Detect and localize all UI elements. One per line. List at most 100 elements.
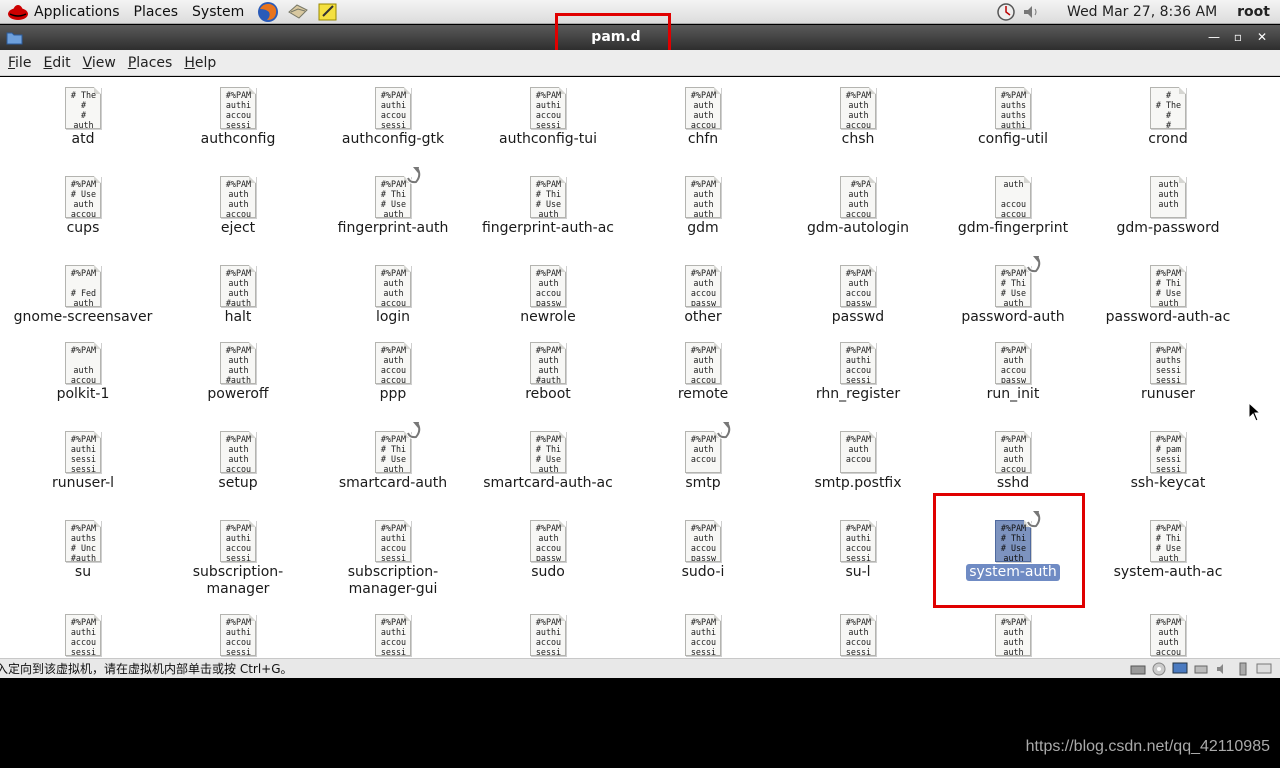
file-item[interactable]: #%PAM # Thi # Use auth system-auth-ac (1093, 520, 1243, 581)
file-item[interactable]: #%PAM # Thi # Use auth smartcard-auth (318, 421, 468, 492)
file-item[interactable]: #%PAM auth auth accou eject (163, 176, 313, 237)
file-item[interactable]: #%PAM # Thi # Use auth fingerprint-auth (318, 166, 468, 237)
file-item[interactable]: #%PAM authi accou sessi subscription- man… (163, 520, 313, 598)
file-item[interactable]: #%PAM authi accou sessi su-l (783, 520, 933, 581)
redhat-logo-icon[interactable] (6, 1, 30, 23)
file-item[interactable]: #%PAM authi accou sessi rhn_register (783, 342, 933, 403)
text-file-icon: #%PAM auths sessi sessi (1150, 342, 1186, 384)
file-item[interactable]: #%PAM authi accou sessi (318, 614, 468, 656)
file-item[interactable]: #%PAM authi accou sessi (163, 614, 313, 656)
text-file-icon: #%PAM auth accou passw (840, 265, 876, 307)
menu-help[interactable]: Help (178, 55, 222, 71)
printer-icon[interactable] (1190, 661, 1211, 677)
file-item[interactable]: #%PAM auth accou passw other (628, 265, 778, 326)
text-file-icon: #%PAM authi accou sessi (530, 87, 566, 129)
file-preview-text: #%PAM authi accou sessi (845, 345, 872, 383)
file-item[interactable]: #%PAM authi sessi sessi runuser-l (8, 431, 158, 492)
file-item[interactable]: #%PAM auth accou smtp.postfix (783, 431, 933, 492)
text-file-icon: #%PAM auth accou (685, 421, 732, 473)
file-item[interactable]: #%PAM auth accou passw passwd (783, 265, 933, 326)
file-item[interactable]: #%PAM authi accou sessi authconfig-tui (473, 87, 623, 148)
vm-status-bar: 入定向到该虚拟机，请在虚拟机内部单击或按 Ctrl+G。 (0, 658, 1280, 678)
file-item[interactable]: #%PAM auth auth accou sshd (938, 431, 1088, 492)
text-file-icon: #%PAM auth accou passw (530, 520, 566, 562)
menu-places[interactable]: Places (122, 55, 179, 71)
notes-icon[interactable] (315, 1, 341, 23)
text-file-icon: #%PAM auth accou passw (530, 265, 566, 307)
file-item[interactable]: #%PAM auths # Unc #auth su (8, 520, 158, 581)
volume-icon[interactable] (1019, 1, 1045, 23)
file-item[interactable]: #%PAM auth accou passw newrole (473, 265, 623, 326)
file-item[interactable]: #%PAM auth accou smtp (628, 421, 778, 492)
system-menu[interactable]: System (185, 4, 251, 20)
applications-menu[interactable]: Applications (30, 4, 127, 20)
file-item[interactable]: #%PAM authi accou sessi (628, 614, 778, 656)
text-file-icon: #%PAM # Thi # Use auth (375, 421, 422, 473)
panel-clock[interactable]: Wed Mar 27, 8:36 AM (1067, 4, 1217, 20)
file-item[interactable]: auth accou accou gdm-fingerprint (938, 176, 1088, 237)
file-item[interactable]: #%PAM authi accou sessi authconfig (163, 87, 313, 148)
file-name: gdm-password (1116, 220, 1220, 236)
file-name: run_init (986, 386, 1040, 402)
close-icon[interactable]: ✕ (1250, 28, 1274, 47)
places-menu[interactable]: Places (127, 4, 186, 20)
file-item[interactable]: #%PAM # Fed auth gnome-screensaver (8, 265, 158, 326)
file-item[interactable]: #%PAM auth accou passw sudo (473, 520, 623, 581)
file-item[interactable]: #%PAM auth accou accou ppp (318, 342, 468, 403)
usb-icon[interactable] (1232, 661, 1253, 677)
file-item[interactable]: #%PAM auth auth accou chfn (628, 87, 778, 148)
sound-icon[interactable] (1211, 661, 1232, 677)
file-item[interactable]: #%PAM # Use auth accou cups (8, 176, 158, 237)
file-item[interactable]: # # The # # crond (1093, 87, 1243, 148)
file-name: eject (220, 220, 256, 236)
harddisk-icon[interactable] (1127, 661, 1148, 677)
file-item[interactable]: #%PAM # Thi # Use auth password-auth (938, 255, 1088, 326)
file-item[interactable]: #%PAM authi accou sessi authconfig-gtk (318, 87, 468, 148)
file-preview-text: auth auth auth (1158, 179, 1179, 209)
menu-edit[interactable]: Edit (37, 55, 76, 71)
text-file-icon: #%PAM auth auth accou (220, 176, 256, 218)
menu-view[interactable]: View (77, 55, 122, 71)
file-item[interactable]: #%PAM auth auth accou login (318, 265, 468, 326)
file-item[interactable]: #%PAM auths auths authi config-util (938, 87, 1088, 148)
firefox-icon[interactable] (255, 1, 281, 23)
text-file-icon: #%PAM # Thi # Use auth (530, 431, 566, 473)
file-preview-text: #%PAM authi accou sessi (380, 90, 407, 128)
file-item[interactable]: #%PAM auth auth auth gdm (628, 176, 778, 237)
file-item[interactable]: #%PAM auth auth #auth poweroff (163, 342, 313, 403)
file-item[interactable]: #%PAM auth auth auth (938, 614, 1088, 656)
file-item[interactable]: # The # # auth atd (8, 87, 158, 148)
file-item[interactable]: #%PAM auth auth #auth reboot (473, 342, 623, 403)
file-item[interactable]: #%PAM authi accou sessi (8, 614, 158, 656)
file-view[interactable]: # The # # auth atd #%PAM authi accou sessi… (0, 77, 1280, 658)
file-item[interactable]: #%PAM auths sessi sessi runuser (1093, 342, 1243, 403)
file-item[interactable]: #%PAM # pam sessi sessi ssh-keycat (1093, 431, 1243, 492)
file-item[interactable]: #%PAM auth auth accou chsh (783, 87, 933, 148)
mail-icon[interactable] (285, 1, 311, 23)
network-adapter-icon[interactable] (1169, 661, 1190, 677)
file-item[interactable]: #%PAM authi accou sessi subscription- man… (318, 520, 468, 598)
file-item[interactable]: #%PA auth auth accou gdm-autologin (783, 176, 933, 237)
file-item[interactable]: #%PAM # Thi # Use auth password-auth-ac (1093, 265, 1243, 326)
maximize-icon[interactable]: ▫ (1226, 28, 1250, 47)
cdrom-icon[interactable] (1148, 661, 1169, 677)
file-item[interactable]: #%PAM # Thi # Use auth fingerprint-auth-a… (473, 176, 623, 237)
file-item[interactable]: #%PAM auth auth #auth halt (163, 265, 313, 326)
file-item[interactable]: #%PAM # Thi # Use auth smartcard-auth-ac (473, 431, 623, 492)
file-item[interactable]: #%PAM auth accou sessi (783, 614, 933, 656)
file-item[interactable]: auth auth auth gdm-password (1093, 176, 1243, 237)
user-menu[interactable]: root (1237, 4, 1270, 20)
display-icon[interactable] (1253, 661, 1274, 677)
file-item[interactable]: #%PAM authi accou sessi (473, 614, 623, 656)
file-item[interactable]: #%PAM auth auth accou setup (163, 431, 313, 492)
file-preview-text: #%PAM authi accou sessi (845, 523, 872, 561)
file-item[interactable]: #%PAM auth auth accou remote (628, 342, 778, 403)
file-item[interactable]: #%PAM auth accou polkit-1 (8, 342, 158, 403)
network-icon[interactable] (993, 1, 1019, 23)
file-item[interactable]: #%PAM auth auth accou (1093, 614, 1243, 656)
file-preview-text: #%PAM auth auth #auth (535, 345, 562, 383)
file-item[interactable]: #%PAM auth accou passw run_init (938, 342, 1088, 403)
menu-file[interactable]: File (2, 55, 37, 71)
minimize-icon[interactable]: — (1202, 28, 1226, 47)
file-item[interactable]: #%PAM auth accou passw sudo-i (628, 520, 778, 581)
